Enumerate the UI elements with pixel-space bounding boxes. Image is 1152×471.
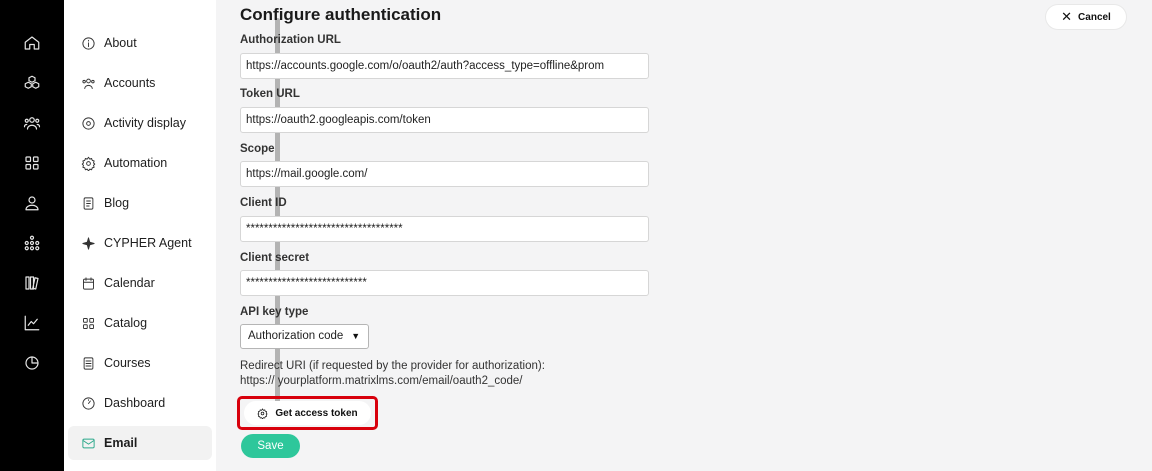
sidebar-item-accounts[interactable]: Accounts [68,66,212,100]
close-icon: ✕ [1061,9,1073,24]
sidebar-item-catalog[interactable]: Catalog [68,306,212,340]
sidebar-item-calendar[interactable]: Calendar [68,266,212,300]
sidebar-item-label: Courses [104,356,151,370]
accounts-icon [80,75,96,91]
sidebar-item-cypher-agent[interactable]: CYPHER Agent [68,226,212,260]
gear-icon [257,407,268,419]
sparkle-icon [80,235,96,251]
cancel-label: Cancel [1078,11,1111,23]
sidebar-item-label: Activity display [104,116,186,130]
client-secret-field[interactable]: *************************** [240,270,649,296]
get-access-token-button[interactable]: Get access token [244,401,371,425]
sidebar-item-label: Blog [104,196,130,210]
scope-label: Scope [240,143,275,155]
scope-field[interactable]: https://mail.google.com/ [240,161,649,187]
sidebar-item-automation[interactable]: Automation [68,146,212,180]
token-url-label: Token URL [240,88,300,100]
page-title: Configure authentication [240,5,442,24]
sidebar-item-label: Email [104,436,138,450]
cubes-icon[interactable] [22,73,42,93]
redirect-uri-label: Redirect URI (if requested by the provid… [240,360,545,372]
redirect-uri-value: https:// yourplatform.matrixlms.com/emai… [240,375,523,387]
sidebar-item-email[interactable]: Email [68,426,212,460]
info-icon [80,35,96,51]
client-id-label: Client ID [240,197,287,209]
home-icon[interactable] [22,33,42,53]
api-key-type-label: API key type [240,306,309,318]
document-icon [80,195,96,211]
get-access-token-label: Get access token [275,407,358,419]
cancel-button[interactable]: ✕ Cancel [1046,5,1126,29]
sidebar-item-label: CYPHER Agent [104,236,192,250]
user-icon[interactable] [22,193,42,213]
main-panel: Configure authentication ✕ Cancel Author… [216,0,1152,471]
sidebar-item-about[interactable]: About [68,26,212,60]
sidebar-item-dashboard[interactable]: Dashboard [68,386,212,420]
grid-icon[interactable] [22,153,42,173]
token-url-field[interactable]: https://oauth2.googleapis.com/token [240,107,649,133]
mail-icon [80,435,96,451]
library-icon[interactable] [22,273,42,293]
client-id-field[interactable]: *********************************** [240,216,649,242]
gauge-icon [80,395,96,411]
api-key-type-value: Authorization code [248,330,344,342]
list-icon [80,355,96,371]
sidebar-item-label: Calendar [104,276,155,290]
sidebar-item-courses[interactable]: Courses [68,346,212,380]
authorization-url-label: Authorization URL [240,34,341,46]
calendar-icon [80,275,96,291]
api-key-type-select[interactable]: Authorization code ▼ [240,324,369,349]
sidebar-item-label: Automation [104,156,168,170]
grid-icon [80,315,96,331]
sidebar-item-label: Accounts [104,76,156,90]
target-icon [80,115,96,131]
icon-rail [0,0,64,471]
chart-line-icon[interactable] [22,313,42,333]
sidebar-item-label: Catalog [104,316,148,330]
redirect-uri-info: Redirect URI (if requested by the provid… [240,359,545,389]
sidebar-item-label: About [104,36,137,50]
sidebar-item-label: Dashboard [104,396,166,410]
users-icon[interactable] [22,113,42,133]
client-secret-label: Client secret [240,252,310,264]
settings-sidebar: About Accounts Activity display Automati… [64,0,280,471]
sidebar-item-blog[interactable]: Blog [68,186,212,220]
pie-chart-icon[interactable] [22,353,42,373]
hierarchy-icon[interactable] [22,233,42,253]
save-button[interactable]: Save [241,434,300,458]
gear-icon [80,155,96,171]
sidebar-item-activity-display[interactable]: Activity display [68,106,212,140]
chevron-down-icon: ▼ [351,331,361,341]
authorization-url-field[interactable]: https://accounts.google.com/o/oauth2/aut… [240,53,649,79]
